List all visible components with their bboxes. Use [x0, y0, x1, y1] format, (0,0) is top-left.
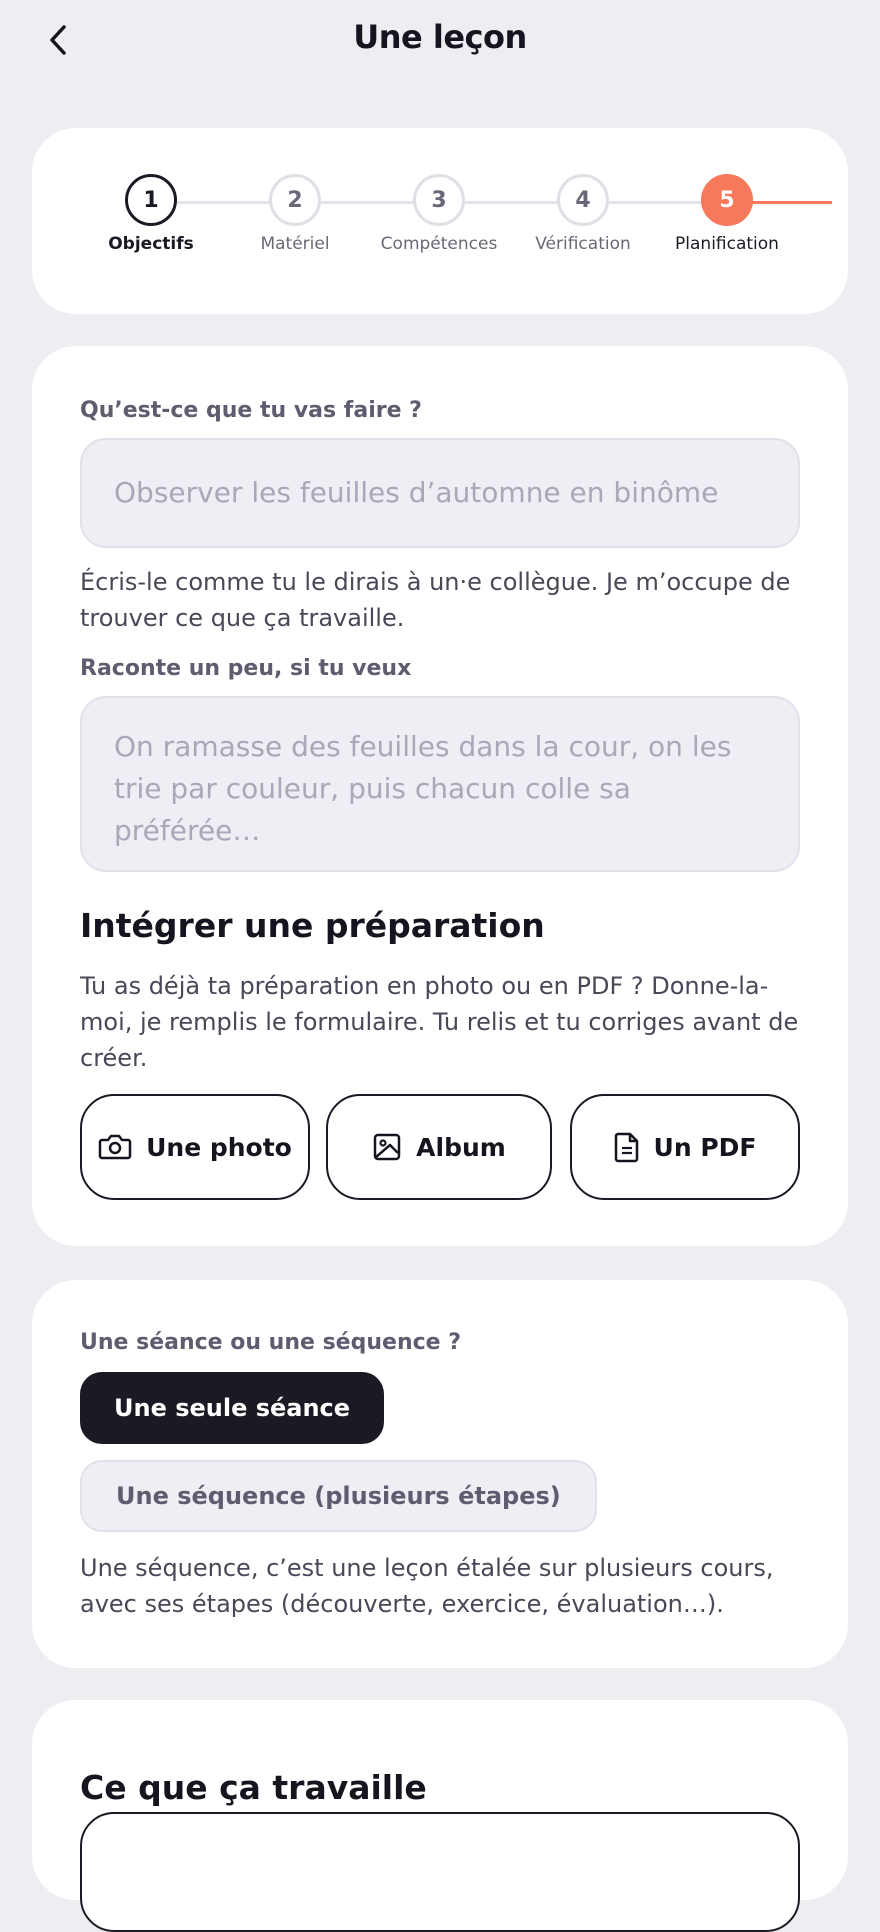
- seance-card: Une séance ou une séquence ? Une seule s…: [32, 1280, 848, 1668]
- step-label: Vérification: [535, 234, 631, 254]
- photo-button[interactable]: Une photo: [80, 1094, 310, 1200]
- what-input[interactable]: Observer les feuilles d’automne en binôm…: [80, 438, 800, 548]
- step-objectifs[interactable]: 1 Objectifs: [76, 174, 226, 254]
- album-button[interactable]: Album: [326, 1094, 552, 1200]
- seance-label: Une séance ou une séquence ?: [80, 1330, 461, 1355]
- pdf-button[interactable]: Un PDF: [570, 1094, 800, 1200]
- lesson-form-card: Qu’est-ce que tu vas faire ? Observer le…: [32, 346, 848, 1246]
- single-session-option[interactable]: Une seule séance: [80, 1372, 385, 1444]
- works-card: Ce que ça travaille: [32, 1700, 848, 1932]
- step-number: 5: [701, 174, 753, 226]
- sequence-option[interactable]: Une séquence (plusieurs étapes): [80, 1460, 597, 1532]
- step-competences[interactable]: 3 Compétences: [364, 174, 514, 254]
- import-helper: Tu as déjà ta préparation en photo ou en…: [80, 972, 799, 1072]
- step-verification[interactable]: 4 Vérification: [508, 174, 658, 254]
- page-title: Une leçon: [353, 18, 527, 56]
- image-icon: [373, 1133, 401, 1161]
- step-label: Objectifs: [108, 234, 194, 254]
- what-label: Qu’est-ce que tu vas faire ?: [80, 398, 422, 423]
- document-icon: [614, 1132, 638, 1163]
- album-button-label: Album: [416, 1132, 506, 1162]
- step-label: Matériel: [260, 234, 330, 254]
- import-title: Intégrer une préparation: [80, 906, 545, 945]
- stepper-card: 1 Objectifs 2 Matériel 3 Compétences 4 V…: [32, 128, 848, 314]
- step-label: Compétences: [380, 234, 498, 254]
- works-title: Ce que ça travaille: [80, 1768, 427, 1807]
- what-helper: Écris-le comme tu le dirais à un·e collè…: [80, 568, 791, 632]
- photo-button-label: Une photo: [146, 1132, 292, 1162]
- step-materiel[interactable]: 2 Matériel: [220, 174, 370, 254]
- step-number: 3: [413, 174, 465, 226]
- step-number: 1: [125, 174, 177, 226]
- pdf-button-label: Un PDF: [653, 1132, 757, 1162]
- seance-helper: Une séquence, c’est une leçon étalée sur…: [80, 1554, 774, 1618]
- step-number: 2: [269, 174, 321, 226]
- camera-icon: [98, 1134, 132, 1160]
- step-number: 4: [557, 174, 609, 226]
- story-textarea[interactable]: On ramasse des feuilles dans la cour, on…: [80, 696, 800, 872]
- story-label: Raconte un peu, si tu veux: [80, 656, 412, 681]
- works-box[interactable]: [80, 1812, 800, 1932]
- step-label: Planification: [675, 234, 779, 254]
- step-planification[interactable]: 5 Planification: [652, 174, 802, 254]
- header: Une leçon: [0, 0, 880, 82]
